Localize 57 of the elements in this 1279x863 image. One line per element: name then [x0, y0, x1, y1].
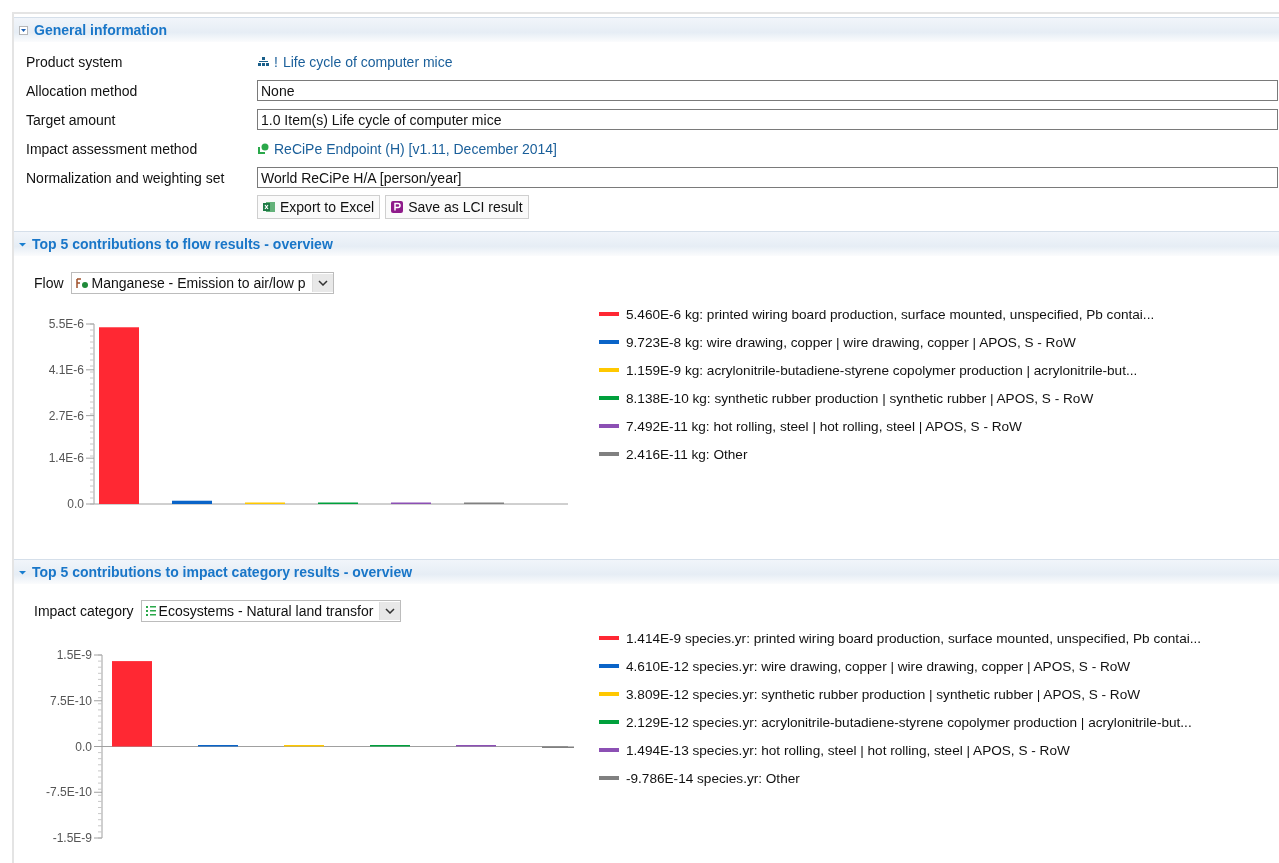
legend-text: 1.159E-9 kg: acrylonitrile-butadiene-styrene copolymer production | acrylonitrile-but...: [626, 362, 1138, 378]
axis-label: 5.5E-6: [48, 317, 84, 331]
dropdown[interactable]: Manganese - Emission to air/low p: [70, 272, 334, 294]
legend-text: 1.414E-9 species.yr: printed wiring board production, surface mounted, unspecified, Pb contai...: [626, 630, 1202, 646]
collapse-icon[interactable]: [19, 25, 28, 35]
value-link[interactable]: ! Life cycle of computer mice: [258, 53, 453, 70]
field-label: Impact assessment method: [26, 140, 199, 157]
axis-label: -1.5E-9: [52, 831, 92, 845]
bar: [172, 500, 212, 504]
axis-label: 7.5E-10: [49, 693, 92, 708]
export-button[interactable]: Export to Excel: [257, 195, 381, 219]
legend-text: -9.786E-14 species.yr: Other: [626, 770, 800, 786]
caret-icon: [385, 608, 396, 614]
hierarchy-icon: [258, 56, 269, 67]
warning-mark: !: [274, 53, 278, 70]
legend-text: 3.809E-12 species.yr: synthetic rubber production | synthetic rubber | APOS, S - RoW: [626, 686, 1141, 702]
axis-label: -7.5E-10: [45, 785, 92, 800]
flow-icon: [75, 277, 89, 289]
legend-text: 1.494E-13 species.yr: hot rolling, steel | hot rolling, steel | APOS, S - RoW: [626, 742, 1070, 758]
p-icon: [391, 201, 404, 213]
text-field[interactable]: None: [257, 80, 1278, 101]
axis-label: 4.1E-6: [48, 362, 84, 377]
collapse-icon[interactable]: [19, 568, 26, 576]
axis-label: 2.7E-6: [48, 408, 84, 423]
section-title: Top 5 contributions to flow results - overview: [32, 236, 333, 252]
spreadsheet-icon: [263, 201, 275, 213]
field-label: Product system: [26, 53, 124, 70]
field-label: Normalization and weighting set: [26, 169, 226, 186]
field-label: Allocation method: [26, 82, 139, 99]
legend-text: 8.138E-10 kg: synthetic rubber production | synthetic rubber | APOS, S - RoW: [626, 390, 1094, 406]
section-title: General information: [34, 22, 168, 38]
axis-label: 0.0: [75, 739, 92, 754]
axis-label: 1.4E-6: [48, 451, 84, 466]
legend-text: 4.610E-12 species.yr: wire drawing, copper | wire drawing, copper | APOS, S - RoW: [626, 658, 1131, 674]
axis-label: 1.5E-9: [56, 648, 92, 662]
save-button[interactable]: Save as LCI result: [385, 195, 529, 219]
text-field[interactable]: World ReCiPe H/A [person/year]: [257, 167, 1278, 188]
dropdown[interactable]: Ecosystems - Natural land transfor: [140, 600, 402, 622]
legend-text: 5.460E-6 kg: printed wiring board production, surface mounted, unspecified, Pb contai...: [626, 306, 1155, 322]
axis-label: 0.0: [67, 497, 84, 511]
legend-text: 9.723E-8 kg: wire drawing, copper | wire drawing, copper | APOS, S - RoW: [626, 334, 1076, 350]
collapse-icon[interactable]: [19, 240, 26, 248]
section-header[interactable]: Top 5 contributions to impact category results - overview: [14, 559, 1279, 584]
legend-text: 2.129E-12 species.yr: acrylonitrile-butadiene-styrene copolymer production | acrylonitrile-but...: [626, 714, 1192, 730]
legend-text: 2.416E-11 kg: Other: [626, 446, 748, 462]
section-header[interactable]: General information: [14, 17, 1279, 42]
leaf-icon: [258, 143, 269, 154]
field-label: Target amount: [26, 111, 117, 128]
section-title: Top 5 contributions to impact category results - overview: [32, 564, 413, 580]
caret-icon: [317, 280, 328, 286]
selector-label: Flow: [34, 275, 64, 291]
legend-text: 7.492E-11 kg: hot rolling, steel | hot rolling, steel | APOS, S - RoW: [626, 418, 1022, 434]
section-header[interactable]: Top 5 contributions to flow results - overview: [14, 231, 1279, 256]
selector-label: Impact category: [34, 603, 134, 619]
list-icon: [145, 605, 156, 617]
link-text: Life cycle of computer mice: [282, 53, 453, 70]
text-field[interactable]: 1.0 Item(s) Life cycle of computer mice: [257, 109, 1278, 130]
